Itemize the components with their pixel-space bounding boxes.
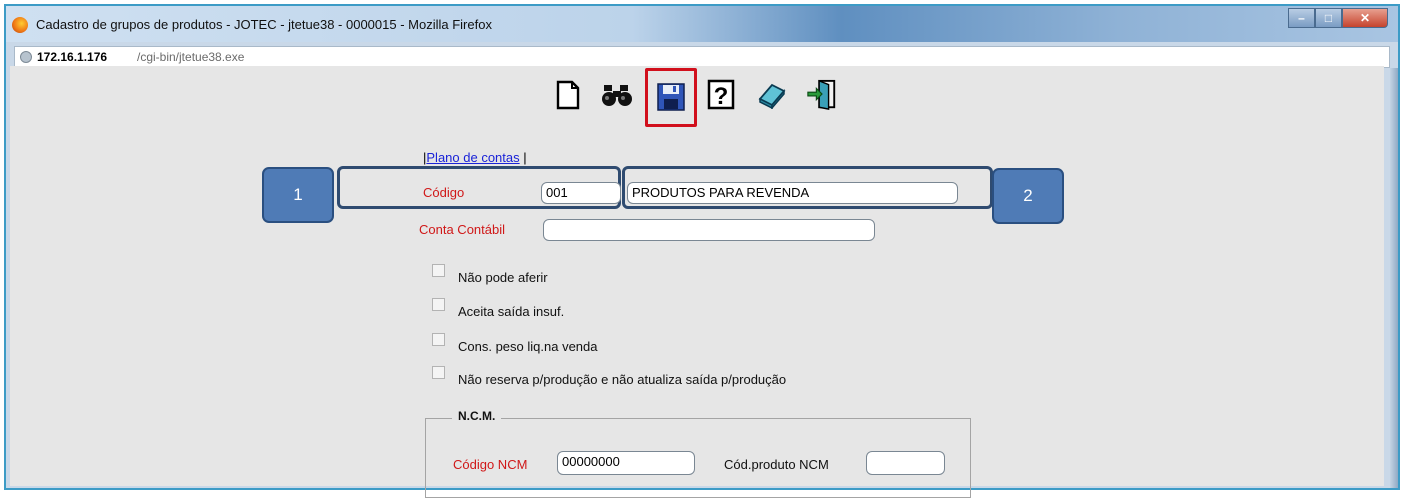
- site-info-icon[interactable]: [20, 51, 32, 63]
- plano-de-contas-links: |Plano de contas |: [423, 150, 527, 165]
- ncm-legend: N.C.M.: [452, 409, 502, 423]
- codigo-ncm-label: Código NCM: [453, 457, 528, 472]
- minimize-button[interactable]: –: [1288, 8, 1315, 28]
- aceita-saida-insuf-checkbox[interactable]: [432, 298, 445, 311]
- nao-pode-aferir-label: Não pode aferir: [458, 270, 548, 285]
- codigo-ncm-input[interactable]: 00000000: [557, 451, 695, 475]
- eraser-icon[interactable]: [756, 78, 788, 112]
- svg-text:?: ?: [714, 83, 729, 110]
- codigo-label: Código: [423, 185, 465, 200]
- floppy-save-icon[interactable]: [655, 80, 687, 114]
- vertical-scrollbar[interactable]: [1390, 68, 1398, 488]
- nao-pode-aferir-checkbox[interactable]: [432, 264, 445, 277]
- window-controls: – □ ✕: [1288, 8, 1388, 30]
- new-document-icon[interactable]: [552, 78, 584, 112]
- nao-reserva-producao-label: Não reserva p/produção e não atualiza sa…: [458, 372, 787, 387]
- window-title: Cadastro de grupos de produtos - JOTEC -…: [36, 17, 492, 32]
- help-icon[interactable]: ?: [706, 78, 738, 112]
- exit-door-icon[interactable]: [806, 78, 838, 112]
- codigo-input[interactable]: 001: [541, 182, 621, 204]
- callout-2: 2: [992, 168, 1064, 224]
- descricao-input[interactable]: PRODUTOS PARA REVENDA: [627, 182, 958, 204]
- callout-1: 1: [262, 167, 334, 223]
- window-titlebar: Cadastro de grupos de produtos - JOTEC -…: [6, 6, 1398, 42]
- cons-peso-liq-checkbox[interactable]: [432, 333, 445, 346]
- url-host: 172.16.1.176: [37, 50, 108, 64]
- maximize-button[interactable]: □: [1315, 8, 1342, 28]
- firefox-icon: [12, 17, 28, 33]
- close-button[interactable]: ✕: [1342, 8, 1388, 28]
- url-path: /cgi-bin/jtetue38.exe: [137, 50, 245, 64]
- conta-contabil-label: Conta Contábil: [419, 222, 505, 237]
- address-bar[interactable]: 172.16.1.176 /cgi-bin/jtetue38.exe: [14, 46, 1390, 68]
- link-separator: |: [523, 150, 527, 165]
- nao-reserva-producao-checkbox[interactable]: [432, 366, 445, 379]
- conta-contabil-input[interactable]: [543, 219, 875, 241]
- aceita-saida-insuf-label: Aceita saída insuf.: [458, 304, 565, 319]
- cons-peso-liq-label: Cons. peso liq.na venda: [458, 339, 598, 354]
- plano-de-contas-link[interactable]: Plano de contas: [426, 150, 519, 165]
- cod-produto-ncm-input[interactable]: [866, 451, 945, 475]
- cod-produto-ncm-label: Cód.produto NCM: [724, 457, 829, 472]
- binoculars-search-icon[interactable]: [601, 78, 633, 112]
